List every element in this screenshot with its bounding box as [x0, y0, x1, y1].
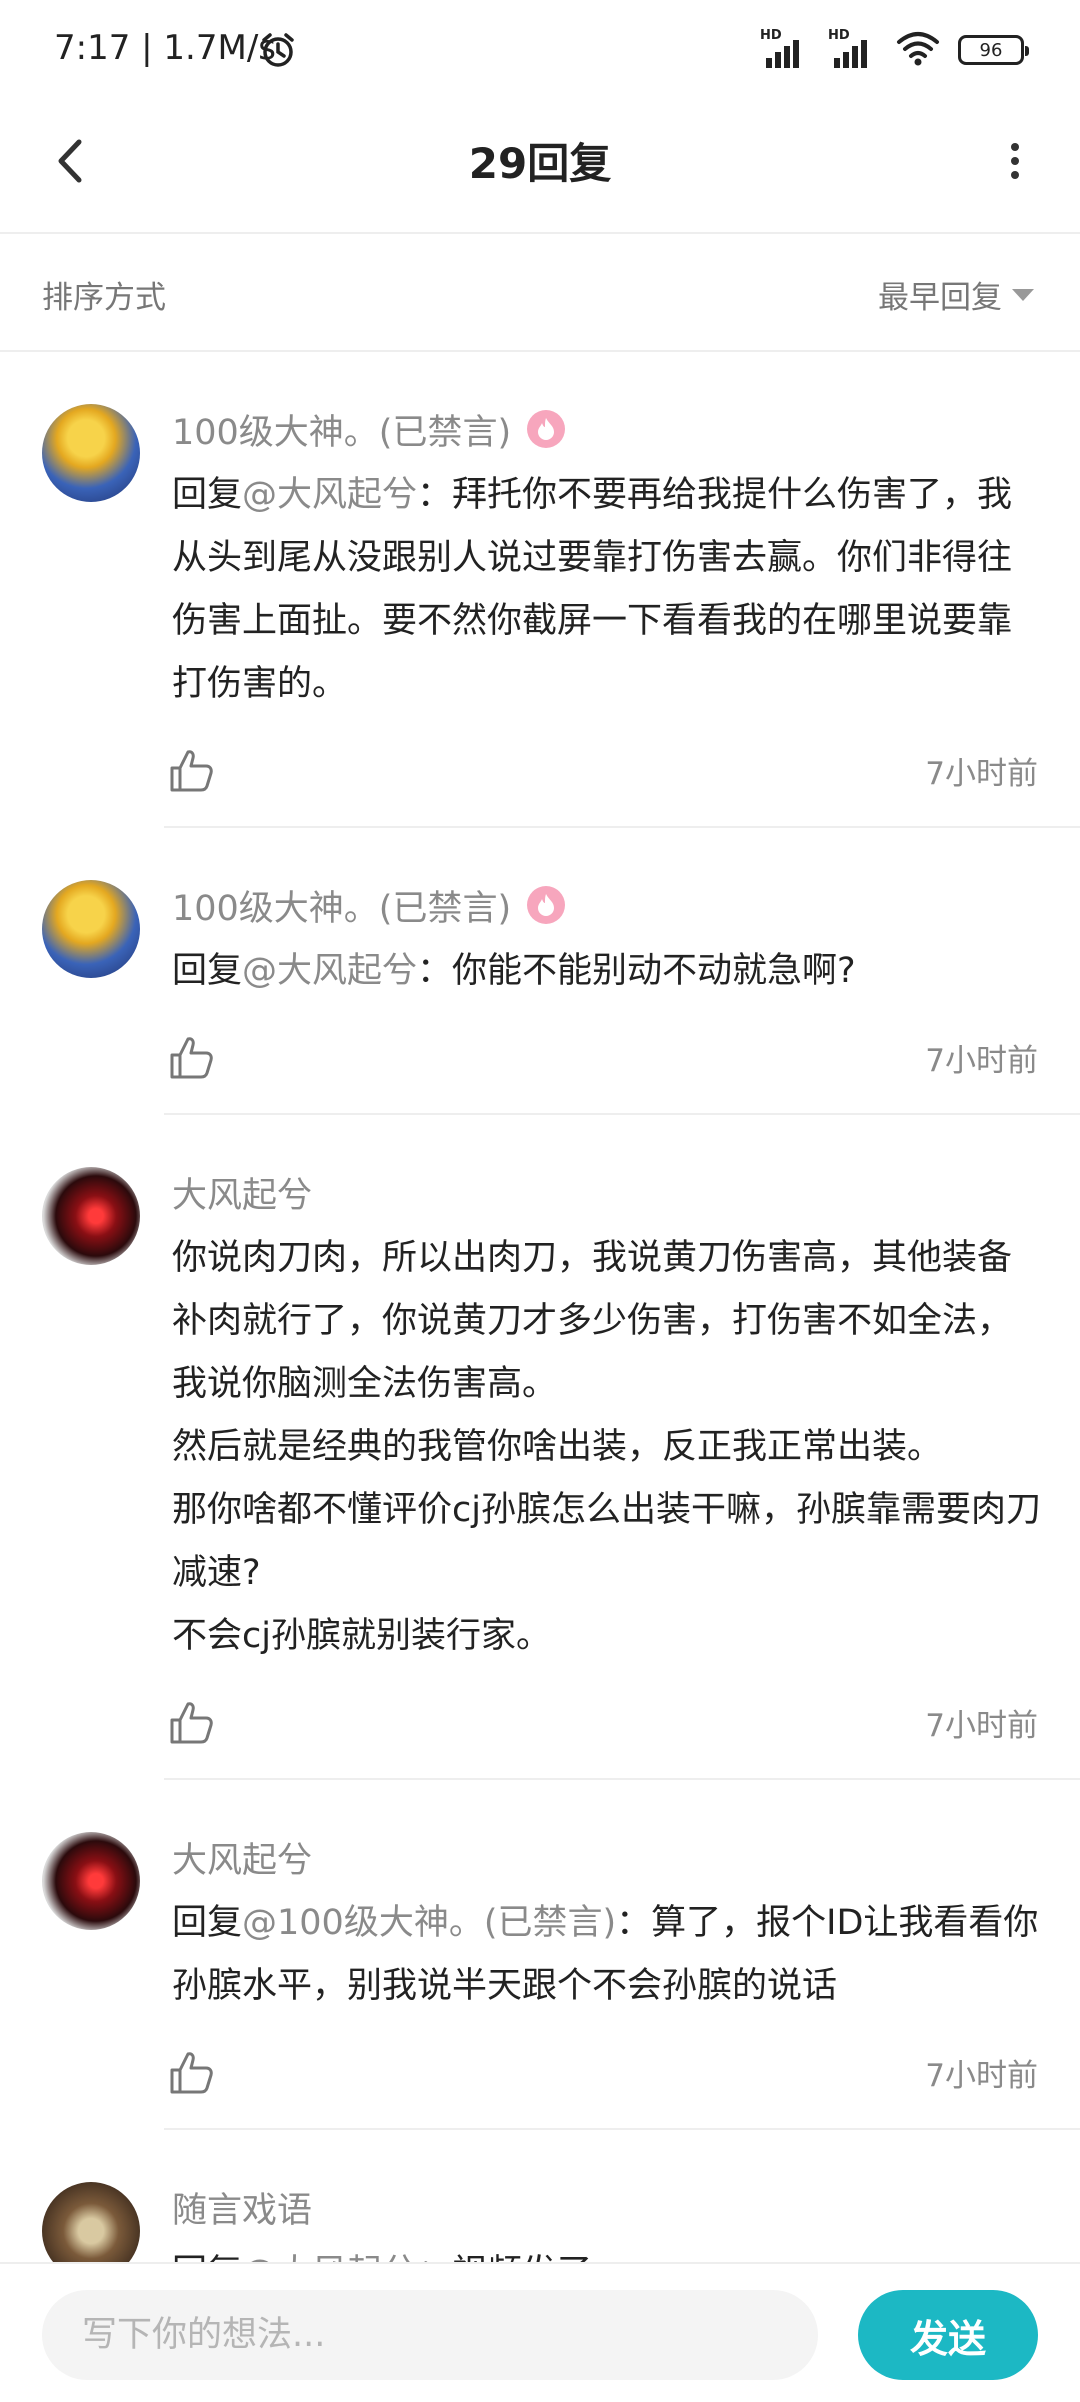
- comment-author[interactable]: 随言戏语: [172, 2182, 312, 2233]
- nav-bar: 29回复: [0, 100, 1080, 234]
- send-button[interactable]: 发送: [858, 2290, 1038, 2380]
- reply-mention[interactable]: @100级大神。(已禁言): [242, 1903, 616, 1943]
- reply-separator: ：: [417, 2253, 452, 2262]
- comment-text: 你说肉刀肉，所以出肉刀，我说黄刀伤害高，其他装备补肉就行了，你说黄刀才多少伤害，…: [172, 1238, 1041, 1656]
- status-bar: 7:17 | 1.7M/s HD HD 96: [0, 0, 1080, 100]
- avatar[interactable]: [42, 2182, 140, 2262]
- cellular-signal-icon: HD: [828, 28, 878, 70]
- more-button[interactable]: [980, 126, 1050, 196]
- comment-item: 随言戏语 回复@大风起兮：视频发了: [0, 2130, 1080, 2262]
- battery-icon: 96: [958, 35, 1029, 65]
- thumbs-up-icon[interactable]: [166, 746, 216, 796]
- alarm-icon: [258, 30, 298, 74]
- comment-author[interactable]: 大风起兮: [172, 1167, 312, 1218]
- flame-badge-icon: [527, 886, 566, 924]
- comment-text-block: 回复@大风起兮：你能不能别动不动就急啊?: [172, 940, 1042, 1003]
- reply-prefix: 回复: [172, 475, 243, 515]
- flame-badge-icon: [527, 410, 566, 448]
- sort-selected: 最早回复: [878, 280, 1002, 316]
- comment-item: 大风起兮 回复@100级大神。(已禁言)：算了，报个ID让我看看你孙膑水平，别我…: [0, 1780, 1080, 2130]
- comment-composer: 发送: [0, 2262, 1080, 2402]
- comment-time: 7小时前: [925, 2058, 1038, 2094]
- more-vertical-icon: [1011, 143, 1019, 179]
- reply-separator: ：: [616, 1903, 652, 1943]
- reply-mention[interactable]: @大风起兮: [242, 475, 417, 515]
- reply-separator: ：: [417, 951, 453, 991]
- thumbs-up-icon[interactable]: [166, 2048, 216, 2098]
- comment-list: 100级大神。(已禁言) 回复@大风起兮：拜托你不要再给我提什么伤害了，我从头到…: [0, 352, 1080, 2262]
- reply-prefix: 回复: [172, 951, 243, 991]
- reply-prefix: 回复: [172, 2253, 242, 2262]
- comment-time: 7小时前: [925, 1708, 1038, 1744]
- caret-down-icon: [1012, 288, 1034, 301]
- comment-text: 视频发了: [452, 2253, 592, 2262]
- avatar[interactable]: [42, 1167, 140, 1265]
- comment-input-container[interactable]: [42, 2290, 818, 2380]
- comment-author[interactable]: 100级大神。(已禁言): [172, 404, 511, 455]
- wifi-icon: [896, 30, 940, 70]
- comment-author[interactable]: 大风起兮: [172, 1832, 312, 1883]
- comment-text-block: 你说肉刀肉，所以出肉刀，我说黄刀伤害高，其他装备补肉就行了，你说黄刀才多少伤害，…: [172, 1227, 1042, 1668]
- comment-item: 100级大神。(已禁言) 回复@大风起兮：你能不能别动不动就急啊? 7小时前: [0, 828, 1080, 1115]
- page-title: 29回复: [468, 139, 612, 188]
- sort-label: 排序方式: [42, 280, 166, 316]
- reply-mention[interactable]: @大风起兮: [242, 951, 417, 991]
- comment-text-block: 回复@大风起兮：拜托你不要再给我提什么伤害了，我从头到尾从没跟别人说过要靠打伤害…: [172, 464, 1042, 716]
- comment-text: 你能不能别动不动就急啊?: [452, 951, 856, 991]
- comment-text-block: 回复@大风起兮：视频发了: [172, 2242, 1042, 2262]
- comment-author[interactable]: 100级大神。(已禁言): [172, 880, 511, 931]
- avatar[interactable]: [42, 1832, 140, 1930]
- sort-bar: 排序方式 最早回复: [0, 234, 1080, 352]
- reply-mention[interactable]: @大风起兮: [242, 2253, 417, 2262]
- comment-input[interactable]: [42, 2290, 818, 2380]
- reply-separator: ：: [417, 475, 453, 515]
- comment-time: 7小时前: [925, 756, 1038, 792]
- comment-time: 7小时前: [925, 1043, 1038, 1079]
- avatar[interactable]: [42, 880, 140, 978]
- status-time: 7:17 | 1.7M/s: [54, 28, 276, 68]
- battery-level: 96: [979, 39, 1003, 61]
- avatar[interactable]: [42, 404, 140, 502]
- comment-text-block: 回复@100级大神。(已禁言)：算了，报个ID让我看看你孙膑水平，别我说半天跟个…: [172, 1892, 1042, 2018]
- comment-item: 100级大神。(已禁言) 回复@大风起兮：拜托你不要再给我提什么伤害了，我从头到…: [0, 352, 1080, 828]
- thumbs-up-icon[interactable]: [166, 1033, 216, 1083]
- sort-dropdown[interactable]: 最早回复: [878, 272, 1034, 317]
- comment-item: 大风起兮 你说肉刀肉，所以出肉刀，我说黄刀伤害高，其他装备补肉就行了，你说黄刀才…: [0, 1115, 1080, 1780]
- cellular-signal-icon: HD: [760, 28, 810, 70]
- thumbs-up-icon[interactable]: [166, 1698, 216, 1748]
- reply-prefix: 回复: [172, 1903, 243, 1943]
